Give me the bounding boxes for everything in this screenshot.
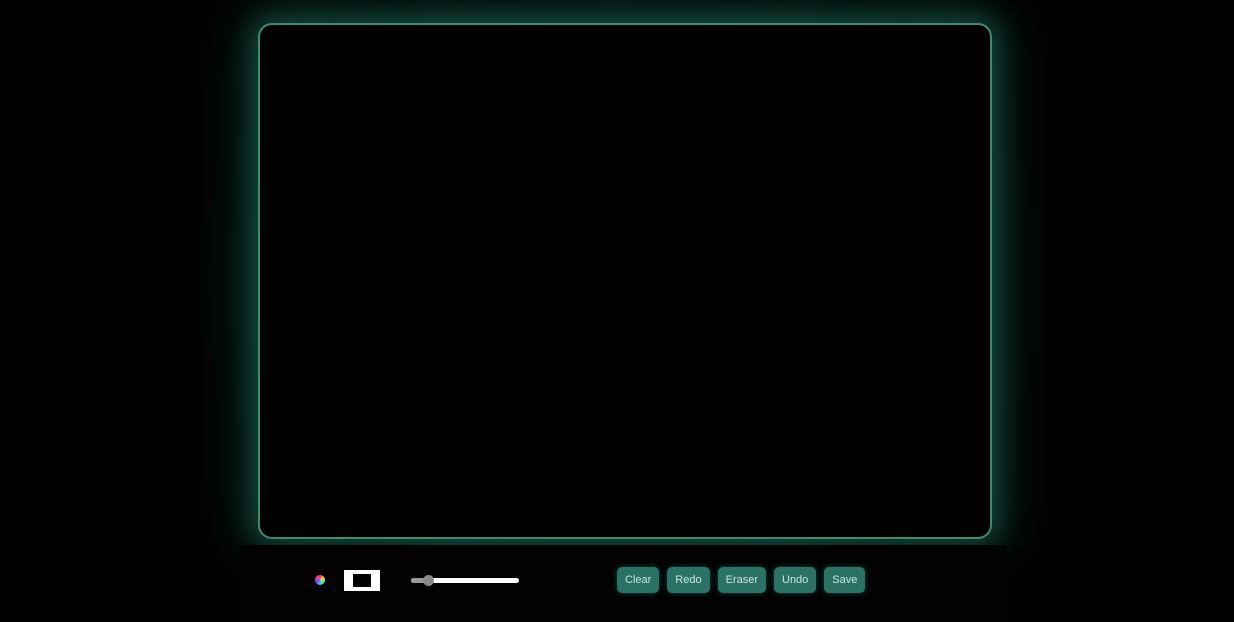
redo-button[interactable]: Redo bbox=[667, 567, 710, 593]
color-wheel-icon[interactable] bbox=[315, 575, 325, 585]
slider-thumb[interactable] bbox=[423, 575, 435, 586]
save-button[interactable]: Save bbox=[824, 567, 866, 593]
drawing-canvas[interactable] bbox=[258, 23, 992, 539]
clear-button[interactable]: Clear bbox=[617, 567, 660, 593]
background-color-swatch-inner bbox=[353, 574, 371, 587]
toolbar: Clear Redo Eraser Undo Save bbox=[241, 545, 1007, 622]
background-color-swatch[interactable] bbox=[344, 570, 380, 591]
undo-button[interactable]: Undo bbox=[774, 567, 817, 593]
eraser-button[interactable]: Eraser bbox=[717, 567, 766, 593]
brush-size-slider[interactable] bbox=[411, 574, 519, 588]
action-buttons: Clear Redo Eraser Undo Save bbox=[617, 567, 866, 593]
